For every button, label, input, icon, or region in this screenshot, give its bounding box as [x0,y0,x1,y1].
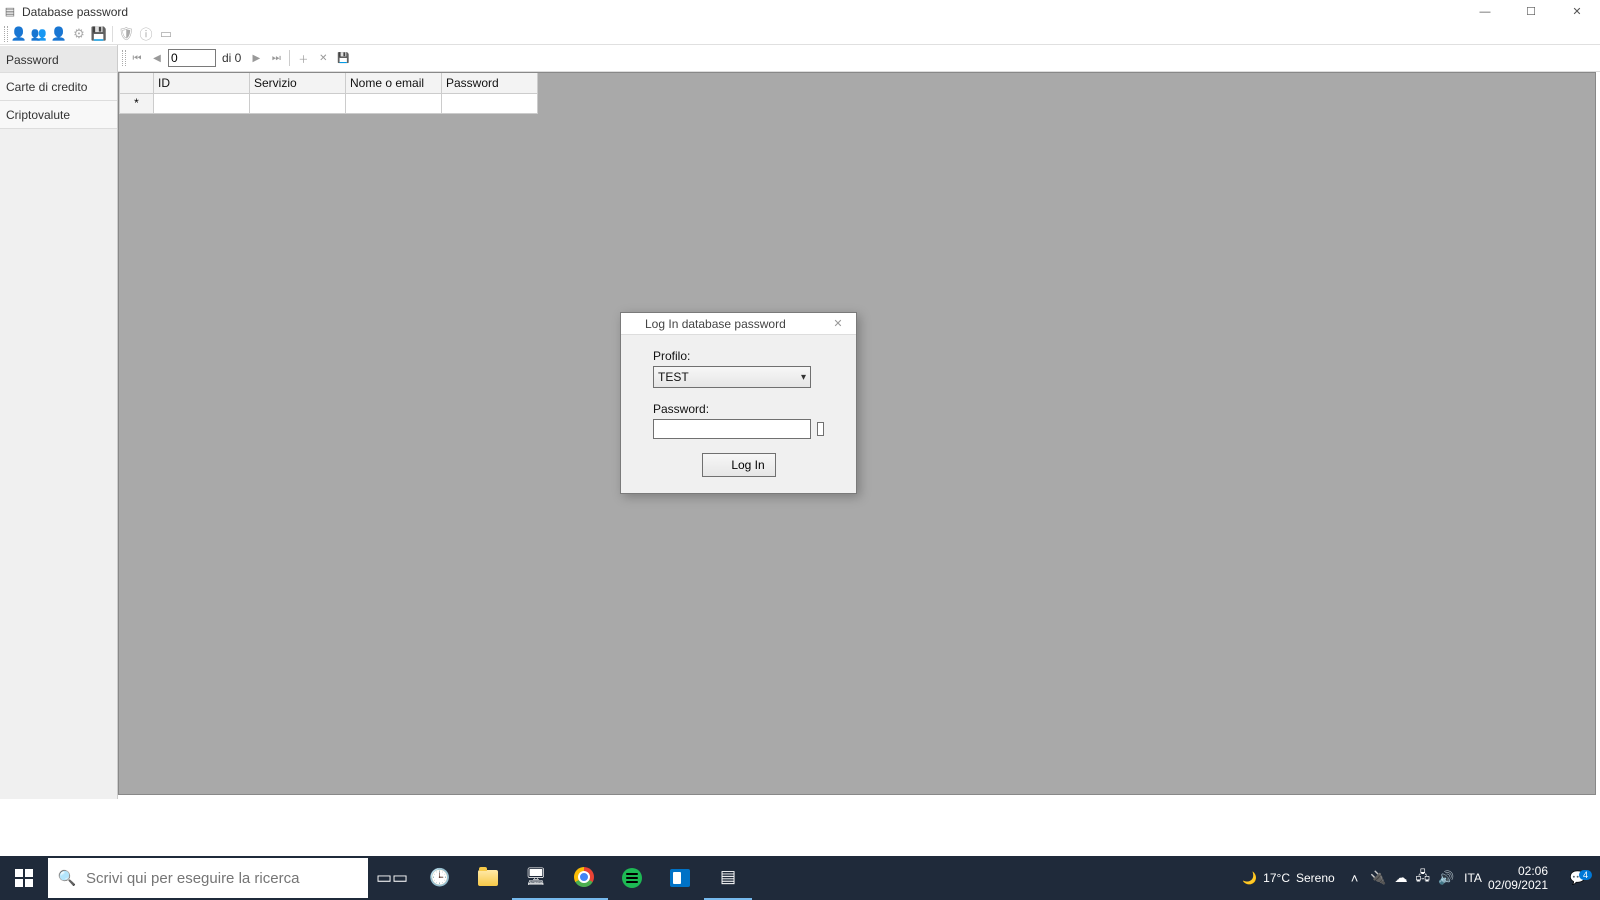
user-remove-icon[interactable]: 👤 [50,25,68,43]
col-password[interactable]: Password [442,73,538,93]
tray-clock[interactable]: 02:06 02/09/2021 [1488,864,1556,892]
chevron-up-icon: ˄ [1351,871,1359,886]
login-dialog: Log In database password ✕ Profilo: TEST… [620,312,857,494]
taskbar: 🔍 ▭▭ 🕒 🖥 ▤ 🌙 17°C Sereno ˄ 🔌 ☁ 🖧 🔊 ITA 0… [0,856,1600,900]
outlook-icon[interactable] [656,856,704,900]
tray-usb-icon[interactable]: 🔌 [1366,856,1390,900]
window-controls: — ☐ ✕ [1462,0,1600,23]
nav-of-label: di 0 [218,51,245,65]
chrome-icon[interactable] [560,856,608,900]
gear-icon[interactable]: ⚙ [70,25,88,43]
sidebar: Password Carte di credito Criptovalute [0,45,118,799]
search-input[interactable] [86,870,368,887]
chevron-down-icon: ▾ [801,372,806,383]
password-input[interactable] [653,419,811,439]
main-toolbar: 👤 👥 👤 ⚙ 💾 🛡 ⓘ ▭ [0,23,1600,45]
dialog-titlebar[interactable]: Log In database password ✕ [621,313,856,335]
cell-servizio[interactable] [250,93,346,113]
app-task-icon[interactable]: ▤ [704,856,752,900]
nav-next-icon[interactable]: ▶ [247,49,265,67]
spotify-icon[interactable] [608,856,656,900]
nav-last-icon[interactable]: ⏭ [267,49,285,67]
footer-gap [0,799,1600,843]
data-grid[interactable]: ID Servizio Nome o email Password * [119,73,538,114]
login-button-label: Log In [731,458,764,472]
login-button[interactable]: Log In [702,453,776,477]
dialog-title: Log In database password [645,317,786,331]
cell-password[interactable] [442,93,538,113]
profile-value: TEST [658,370,689,384]
settings-app-icon[interactable]: 🖥 [512,856,560,900]
main-panel: ⏮ ◀ di 0 ▶ ⏭ ＋ ✕ 💾 ID Servizio Nome o em… [118,45,1600,799]
profile-label: Profilo: [653,349,824,363]
export-icon[interactable]: ▭ [157,25,175,43]
maximize-button[interactable]: ☐ [1508,0,1554,23]
window-titlebar: ▤ Database password — ☐ ✕ [0,0,1600,23]
login-user-icon [712,458,726,472]
toolbar-separator [112,26,113,42]
start-button[interactable] [0,856,48,900]
tray-lang[interactable]: ITA [1458,856,1488,900]
nav-grip [122,50,126,66]
password-label: Password: [653,402,824,416]
dialog-close-icon[interactable]: ✕ [824,314,852,334]
nav-save-icon[interactable]: 💾 [334,49,352,67]
user-group-icon[interactable]: 👥 [30,25,48,43]
save-all-icon[interactable]: 💾 [90,25,108,43]
cell-id[interactable] [154,93,250,113]
grid-corner [120,73,154,93]
col-id[interactable]: ID [154,73,250,93]
dialog-user-icon [625,317,641,331]
grid-new-row[interactable]: * [120,93,538,113]
shield-icon[interactable]: 🛡 [117,25,135,43]
weather-widget[interactable]: 🌙 17°C Sereno [1234,856,1342,900]
clock-time: 02:06 [1488,864,1548,878]
dialog-body: Profilo: TEST ▾ Password: Log In [621,335,856,493]
nav-add-icon[interactable]: ＋ [294,49,312,67]
col-servizio[interactable]: Servizio [250,73,346,93]
window-title: Database password [22,5,128,19]
show-password-checkbox[interactable] [817,422,824,436]
explorer-icon[interactable] [464,856,512,900]
info-icon[interactable]: ⓘ [137,25,155,43]
sidebar-item-carte[interactable]: Carte di credito [0,73,117,101]
sidebar-item-cripto[interactable]: Criptovalute [0,101,117,129]
search-icon: 🔍 [48,869,86,887]
row-marker: * [120,93,154,113]
grid-area: ID Servizio Nome o email Password * [118,72,1596,795]
clock-app-icon[interactable]: 🕒 [416,856,464,900]
taskbar-search[interactable]: 🔍 [48,858,368,898]
nav-separator [289,50,290,66]
close-button[interactable]: ✕ [1554,0,1600,23]
toolbar-grip [4,26,8,42]
taskview-icon[interactable]: ▭▭ [368,856,416,900]
cell-nome[interactable] [346,93,442,113]
clock-date: 02/09/2021 [1488,878,1548,892]
nav-prev-icon[interactable]: ◀ [148,49,166,67]
taskbar-apps: ▭▭ 🕒 🖥 ▤ [368,856,752,900]
moon-icon: 🌙 [1242,871,1257,885]
nav-first-icon[interactable]: ⏮ [128,49,146,67]
system-tray: 🌙 17°C Sereno ˄ 🔌 ☁ 🖧 🔊 ITA 02:06 02/09/… [1234,856,1600,900]
user-add-icon[interactable]: 👤 [10,25,28,43]
weather-temp: 17°C [1263,871,1290,885]
action-center-icon[interactable]: 💬 4 [1556,870,1600,886]
profile-combobox[interactable]: TEST ▾ [653,366,811,388]
nav-position-input[interactable] [168,49,216,67]
tray-onedrive-icon[interactable]: ☁ [1390,856,1411,900]
record-navigator: ⏮ ◀ di 0 ▶ ⏭ ＋ ✕ 💾 [118,45,1600,72]
sidebar-item-password[interactable]: Password [0,45,117,73]
notif-badge: 4 [1579,870,1592,880]
tray-volume-icon[interactable]: 🔊 [1434,856,1458,900]
tray-overflow[interactable]: ˄ [1343,856,1367,900]
minimize-button[interactable]: — [1462,0,1508,23]
app-icon: ▤ [2,4,18,20]
col-nome[interactable]: Nome o email [346,73,442,93]
windows-icon [15,869,33,887]
nav-delete-icon[interactable]: ✕ [314,49,332,67]
weather-cond: Sereno [1296,871,1335,885]
tray-network-icon[interactable]: 🖧 [1411,856,1434,900]
